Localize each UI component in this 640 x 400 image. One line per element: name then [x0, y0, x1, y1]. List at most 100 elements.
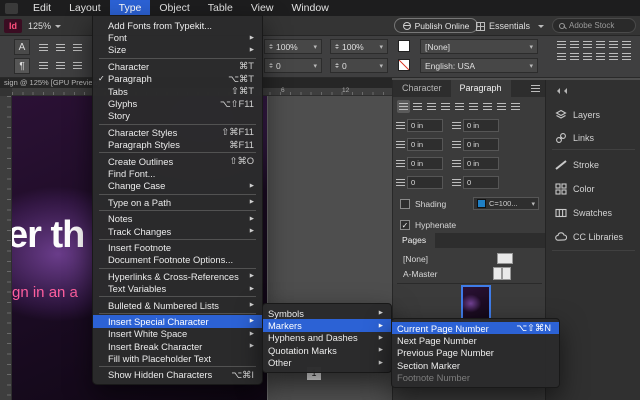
- menu-item-font[interactable]: Font: [93, 31, 262, 43]
- align-icon[interactable]: [621, 40, 631, 49]
- menu-item-insert-footnote[interactable]: Insert Footnote: [93, 241, 262, 253]
- paragraph-formatting-toggle[interactable]: ¶: [14, 58, 30, 74]
- horizontal-scale-field[interactable]: 100%: [264, 39, 322, 54]
- menu-item-character-styles[interactable]: Character Styles⇧⌘F11: [93, 126, 262, 138]
- character-style-dropdown[interactable]: [None]: [420, 39, 538, 54]
- align-spine-button[interactable]: [495, 100, 508, 113]
- menu-item-insert-special-character[interactable]: Insert Special Character: [93, 315, 262, 327]
- dock-item-swatches[interactable]: Swatches: [546, 203, 640, 223]
- shading-checkbox[interactable]: [400, 199, 410, 209]
- a-master-item[interactable]: A-Master: [403, 269, 437, 279]
- view-options-icon[interactable]: [76, 22, 86, 30]
- align-icon[interactable]: [608, 52, 618, 61]
- menu-view[interactable]: View: [242, 0, 283, 16]
- menu-item-fill-placeholder-text[interactable]: Fill with Placeholder Text: [93, 352, 262, 364]
- language-dropdown[interactable]: English: USA: [420, 58, 538, 73]
- none-master-thumbnail[interactable]: [497, 253, 513, 264]
- submenu-item-symbols[interactable]: Symbols: [263, 307, 391, 319]
- menu-item-bulleted-numbered-lists[interactable]: Bulleted & Numbered Lists: [93, 299, 262, 311]
- menu-item-notes[interactable]: Notes: [93, 212, 262, 224]
- align-icon[interactable]: [595, 52, 605, 61]
- drop-cap-chars-field[interactable]: 0: [463, 176, 499, 189]
- menu-table[interactable]: Table: [199, 0, 242, 16]
- skew-field[interactable]: 0: [330, 58, 388, 73]
- menu-item-glyphs[interactable]: Glyphs⌥⇧F11: [93, 97, 262, 109]
- align-icon[interactable]: [595, 40, 605, 49]
- menu-item-size[interactable]: Size: [93, 44, 262, 56]
- last-line-indent-field[interactable]: 0 in: [463, 138, 499, 151]
- format-icon[interactable]: [36, 59, 50, 71]
- menu-object[interactable]: Object: [150, 0, 198, 16]
- workspace-switcher[interactable]: Essentials: [476, 19, 544, 33]
- align-left-button[interactable]: [397, 100, 410, 113]
- justify-all-button[interactable]: [481, 100, 494, 113]
- justify-left-button[interactable]: [439, 100, 452, 113]
- format-icon[interactable]: [53, 59, 67, 71]
- justify-center-button[interactable]: [453, 100, 466, 113]
- master-none-item[interactable]: [None]: [403, 254, 428, 264]
- fill-swatch[interactable]: [398, 40, 410, 52]
- menu-item-type-on-a-path[interactable]: Type on a Path: [93, 196, 262, 208]
- publish-online-button[interactable]: Publish Online: [394, 18, 478, 33]
- a-master-thumbnail-left[interactable]: [493, 267, 502, 280]
- space-before-field[interactable]: 0 in: [407, 157, 443, 170]
- align-icon[interactable]: [621, 52, 631, 61]
- menu-item-document-footnote-options[interactable]: Document Footnote Options...: [93, 254, 262, 266]
- menu-item-tabs[interactable]: Tabs⇧⌘T: [93, 85, 262, 97]
- right-indent-field[interactable]: 0 in: [463, 119, 499, 132]
- left-indent-field[interactable]: 0 in: [407, 119, 443, 132]
- align-right-button[interactable]: [425, 100, 438, 113]
- app-menu-icon[interactable]: [5, 3, 18, 14]
- align-away-button[interactable]: [509, 100, 522, 113]
- menu-item-text-variables[interactable]: Text Variables: [93, 282, 262, 294]
- menu-item-create-outlines[interactable]: Create Outlines⇧⌘O: [93, 155, 262, 167]
- align-icon[interactable]: [569, 40, 579, 49]
- dock-item-cc-libraries[interactable]: CC Libraries: [546, 227, 640, 247]
- align-icon[interactable]: [582, 52, 592, 61]
- vertical-ruler[interactable]: [0, 96, 12, 400]
- menu-layout[interactable]: Layout: [60, 0, 110, 16]
- stroke-swatch[interactable]: [398, 59, 410, 71]
- format-icon[interactable]: [53, 41, 67, 53]
- align-icon[interactable]: [582, 40, 592, 49]
- menu-item-story[interactable]: Story: [93, 110, 262, 122]
- page-1-thumbnail[interactable]: [463, 287, 489, 320]
- shading-color-dropdown[interactable]: C=100...: [473, 197, 539, 210]
- justify-right-button[interactable]: [467, 100, 480, 113]
- menu-item-show-hidden-characters[interactable]: Show Hidden Characters⌥⌘I: [93, 369, 262, 381]
- submenu-item-current-page-number[interactable]: Current Page Number⌥⇧⌘N: [392, 322, 559, 334]
- drop-cap-lines-field[interactable]: 0: [407, 176, 443, 189]
- dock-item-stroke[interactable]: Stroke: [546, 155, 640, 175]
- menu-edit[interactable]: Edit: [24, 0, 60, 16]
- a-master-thumbnail-right[interactable]: [502, 267, 511, 280]
- align-icon[interactable]: [556, 52, 566, 61]
- zoom-level-dropdown[interactable]: 125%: [28, 19, 61, 33]
- align-icon[interactable]: [569, 52, 579, 61]
- menu-item-insert-break-character[interactable]: Insert Break Character: [93, 340, 262, 352]
- tab-character[interactable]: Character: [393, 80, 451, 97]
- submenu-item-previous-page-number[interactable]: Previous Page Number: [392, 347, 559, 359]
- menu-item-paragraph-styles[interactable]: Paragraph Styles⌘F11: [93, 139, 262, 151]
- menu-item-add-fonts[interactable]: Add Fonts from Typekit...: [93, 19, 262, 31]
- submenu-item-quotation-marks[interactable]: Quotation Marks: [263, 344, 391, 356]
- submenu-item-other[interactable]: Other: [263, 357, 391, 369]
- align-center-button[interactable]: [411, 100, 424, 113]
- dock-item-links[interactable]: Links: [546, 128, 640, 148]
- format-icon[interactable]: [70, 41, 84, 53]
- vertical-scale-field[interactable]: 100%: [330, 39, 388, 54]
- menu-item-change-case[interactable]: Change Case: [93, 180, 262, 192]
- space-after-field[interactable]: 0 in: [463, 157, 499, 170]
- panel-menu-icon[interactable]: [531, 80, 546, 97]
- menu-item-track-changes[interactable]: Track Changes: [93, 225, 262, 237]
- submenu-item-section-marker[interactable]: Section Marker: [392, 359, 559, 371]
- menu-item-find-font[interactable]: Find Font...: [93, 167, 262, 179]
- dock-item-layers[interactable]: Layers: [546, 105, 640, 125]
- character-formatting-toggle[interactable]: A: [14, 39, 30, 55]
- tab-pages[interactable]: Pages: [393, 233, 435, 248]
- menu-window[interactable]: Window: [282, 0, 337, 16]
- menu-item-hyperlinks[interactable]: Hyperlinks & Cross-References: [93, 270, 262, 282]
- submenu-item-next-page-number[interactable]: Next Page Number: [392, 334, 559, 346]
- menu-type[interactable]: Type: [110, 0, 151, 16]
- first-line-indent-field[interactable]: 0 in: [407, 138, 443, 151]
- adobe-stock-search[interactable]: Adobe Stock: [552, 18, 636, 33]
